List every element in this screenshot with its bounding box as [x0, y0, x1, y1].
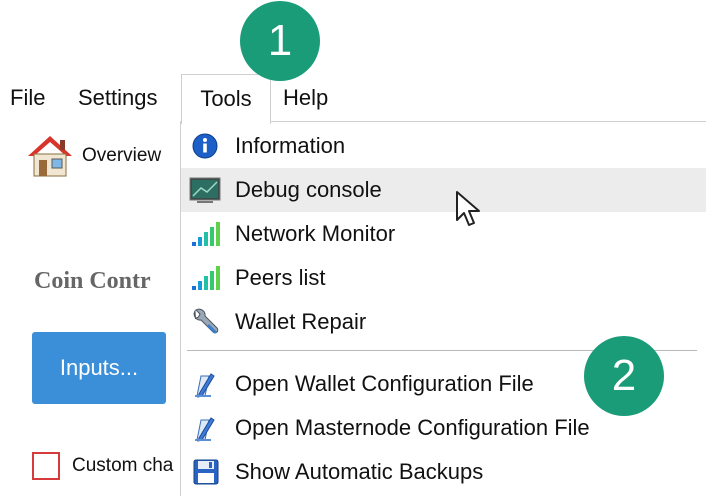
sidebar-item-label: Overview — [82, 145, 162, 166]
step-1-badge: 1 — [240, 1, 320, 81]
inputs-button[interactable]: Inputs... — [32, 332, 166, 404]
coin-control-title: Coin Contr — [34, 268, 151, 294]
menu-item-peers-list[interactable]: Peers list — [181, 256, 706, 300]
menu-item-label: Debug console — [235, 177, 382, 202]
floppy-disk-icon — [193, 459, 219, 485]
menu-item-label: Information — [235, 133, 346, 158]
menu-item-debug-console[interactable]: Debug console — [181, 168, 706, 212]
menu-file[interactable]: File — [10, 74, 45, 122]
menu-tools[interactable]: Tools — [181, 74, 271, 124]
mouse-cursor-icon — [456, 191, 480, 226]
signal-bars-icon — [192, 222, 220, 246]
console-icon — [189, 177, 221, 203]
menu-item-network-monitor[interactable]: Network Monitor — [181, 212, 706, 256]
menu-bar: File Settings Tools Help — [0, 74, 706, 124]
menu-item-label: Open Masternode Configuration File — [235, 415, 590, 440]
menu-help[interactable]: Help — [283, 74, 328, 122]
custom-change-checkbox[interactable] — [32, 452, 60, 480]
edit-document-icon — [195, 417, 215, 442]
edit-document-icon — [195, 373, 215, 398]
wrench-icon — [193, 308, 219, 334]
signal-bars-icon — [192, 266, 220, 290]
menu-item-label: Network Monitor — [235, 221, 396, 246]
info-icon — [192, 133, 218, 159]
menu-item-show-automatic-backups[interactable]: Show Automatic Backups — [181, 450, 706, 494]
menu-item-label: Wallet Repair — [235, 309, 367, 334]
menu-item-label: Show Automatic Backups — [235, 459, 484, 484]
home-icon — [28, 136, 72, 177]
menu-item-label: Peers list — [235, 265, 326, 290]
sidebar-item-overview[interactable]: Overview — [26, 132, 161, 180]
custom-change-row: Custom cha — [32, 448, 173, 484]
menu-settings[interactable]: Settings — [78, 74, 158, 122]
tools-dropdown-menu: Information Debug console Network Monito… — [180, 121, 706, 496]
custom-change-label: Custom cha — [72, 455, 174, 476]
menu-item-information[interactable]: Information — [181, 124, 706, 168]
menu-item-label: Open Wallet Configuration File — [235, 371, 534, 396]
step-2-badge: 2 — [584, 336, 664, 416]
